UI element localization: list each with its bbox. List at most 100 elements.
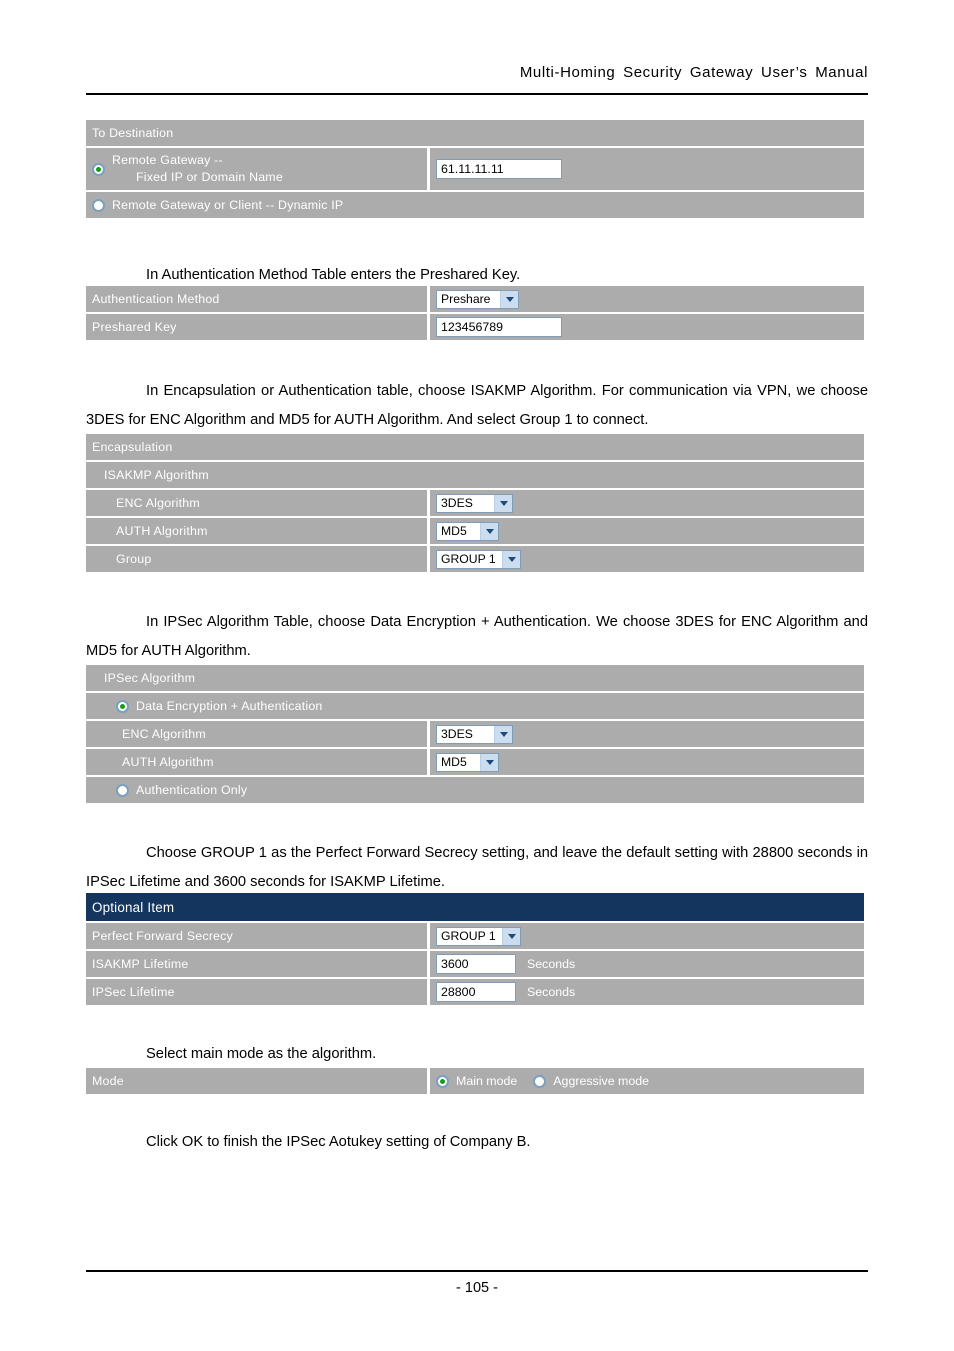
chevron-down-icon[interactable] bbox=[500, 290, 518, 308]
auth-algorithm-select[interactable]: MD5 bbox=[436, 521, 499, 541]
table-row: ISAKMP Algorithm bbox=[86, 462, 864, 488]
enc-algorithm-label: ENC Algorithm bbox=[86, 490, 427, 516]
ipsec-enc-algorithm-selected-value: 3DES bbox=[441, 726, 473, 741]
isakmp-algorithm-header: ISAKMP Algorithm bbox=[86, 462, 864, 488]
group-selected-value: GROUP 1 bbox=[441, 551, 496, 566]
table-row: ENC Algorithm 3DES bbox=[86, 721, 864, 747]
main-mode-label: Main mode bbox=[456, 1074, 518, 1088]
main-mode-radio[interactable] bbox=[436, 1074, 449, 1088]
remote-gateway-dynamic-option[interactable]: Remote Gateway or Client -- Dynamic IP bbox=[86, 192, 864, 218]
isakmp-lifetime-label: ISAKMP Lifetime bbox=[86, 951, 427, 977]
table-row: Authentication Method Preshare bbox=[86, 286, 864, 312]
ipsec-auth-algorithm-selected-value: MD5 bbox=[441, 754, 467, 769]
table-row: Group GROUP 1 bbox=[86, 546, 864, 572]
ipsec-enc-algorithm-select[interactable]: 3DES bbox=[436, 724, 513, 744]
table-row: Remote Gateway -- Fixed IP or Domain Nam… bbox=[86, 148, 864, 190]
table-row: Encapsulation bbox=[86, 434, 864, 460]
enc-algorithm-cell: 3DES bbox=[430, 490, 864, 516]
footer-divider bbox=[86, 1270, 868, 1272]
paragraph-click-ok: Click OK to finish the IPSec Aotukey set… bbox=[146, 1134, 531, 1150]
table-row: IPSec Algorithm bbox=[86, 665, 864, 691]
remote-gateway-ip-input[interactable]: 61.11.11.11 bbox=[436, 159, 562, 179]
remote-gateway-fixed-radio[interactable] bbox=[92, 162, 105, 176]
table-row: ENC Algorithm 3DES bbox=[86, 490, 864, 516]
authentication-only-label: Authentication Only bbox=[136, 783, 248, 797]
remote-gateway-dynamic-radio[interactable] bbox=[92, 198, 105, 212]
perfect-forward-secrecy-select[interactable]: GROUP 1 bbox=[436, 926, 521, 946]
table-row: Optional Item bbox=[86, 893, 864, 921]
chevron-down-icon[interactable] bbox=[494, 725, 512, 743]
optional-item-header: Optional Item bbox=[86, 893, 864, 921]
ipsec-auth-algorithm-label: AUTH Algorithm bbox=[86, 749, 427, 775]
perfect-forward-secrecy-cell: GROUP 1 bbox=[430, 923, 864, 949]
header-divider bbox=[86, 93, 868, 95]
authentication-method-selected-value: Preshare bbox=[441, 291, 491, 306]
perfect-forward-secrecy-label: Perfect Forward Secrecy bbox=[86, 923, 427, 949]
isakmp-lifetime-unit: Seconds bbox=[527, 957, 576, 971]
encapsulation-header: Encapsulation bbox=[86, 434, 864, 460]
table-row: AUTH Algorithm MD5 bbox=[86, 518, 864, 544]
table-row: Authentication Only bbox=[86, 777, 864, 803]
enc-algorithm-select[interactable]: 3DES bbox=[436, 493, 513, 513]
preshared-key-label: Preshared Key bbox=[86, 314, 427, 340]
authentication-method-select[interactable]: Preshare bbox=[436, 289, 519, 309]
chevron-down-icon[interactable] bbox=[494, 494, 512, 512]
authentication-only-option[interactable]: Authentication Only bbox=[86, 777, 864, 803]
ipsec-enc-algorithm-label: ENC Algorithm bbox=[86, 721, 427, 747]
ipsec-enc-algorithm-cell: 3DES bbox=[430, 721, 864, 747]
paragraph-optional-item: Choose GROUP 1 as the Perfect Forward Se… bbox=[86, 845, 868, 890]
ipsec-lifetime-unit: Seconds bbox=[527, 985, 576, 999]
group-select[interactable]: GROUP 1 bbox=[436, 549, 521, 569]
aggressive-mode-label: Aggressive mode bbox=[553, 1074, 650, 1088]
chevron-down-icon[interactable] bbox=[480, 753, 498, 771]
page-header-title: Multi-Homing Security Gateway User’s Man… bbox=[519, 64, 868, 81]
table-row: Perfect Forward Secrecy GROUP 1 bbox=[86, 923, 864, 949]
mode-label: Mode bbox=[86, 1068, 427, 1094]
table-row: Remote Gateway or Client -- Dynamic IP bbox=[86, 192, 864, 218]
authentication-method-cell: Preshare bbox=[430, 286, 864, 312]
enc-algorithm-selected-value: 3DES bbox=[441, 495, 473, 510]
auth-algorithm-label: AUTH Algorithm bbox=[86, 518, 427, 544]
ipsec-lifetime-cell: 28800 Seconds bbox=[430, 979, 864, 1005]
remote-gateway-fixed-ip-option[interactable]: Remote Gateway -- Fixed IP or Domain Nam… bbox=[86, 148, 427, 190]
group-label: Group bbox=[86, 546, 427, 572]
mode-table: Mode Main mode Aggressive mode bbox=[86, 1068, 864, 1094]
main-mode-option[interactable]: Main mode bbox=[436, 1074, 517, 1088]
remote-gateway-label-line2: Fixed IP or Domain Name bbox=[136, 170, 283, 184]
ipsec-auth-algorithm-select[interactable]: MD5 bbox=[436, 752, 499, 772]
table-row: AUTH Algorithm MD5 bbox=[86, 749, 864, 775]
aggressive-mode-option[interactable]: Aggressive mode bbox=[533, 1074, 649, 1088]
paragraph-encapsulation: In Encapsulation or Authentication table… bbox=[86, 383, 868, 428]
preshared-key-cell: 123456789 bbox=[430, 314, 864, 340]
data-encryption-auth-option[interactable]: Data Encryption + Authentication bbox=[86, 693, 864, 719]
auth-algorithm-cell: MD5 bbox=[430, 518, 864, 544]
to-destination-header: To Destination bbox=[86, 120, 864, 146]
isakmp-lifetime-cell: 3600 Seconds bbox=[430, 951, 864, 977]
preshared-key-input[interactable]: 123456789 bbox=[436, 317, 562, 337]
isakmp-lifetime-input[interactable]: 3600 bbox=[436, 954, 516, 974]
table-row: Mode Main mode Aggressive mode bbox=[86, 1068, 864, 1094]
group-cell: GROUP 1 bbox=[430, 546, 864, 572]
table-row: Data Encryption + Authentication bbox=[86, 693, 864, 719]
chevron-down-icon[interactable] bbox=[502, 927, 520, 945]
authentication-method-table: Authentication Method Preshare Preshared… bbox=[86, 286, 864, 340]
paragraph-mode: Select main mode as the algorithm. bbox=[146, 1046, 377, 1062]
table-row: Preshared Key 123456789 bbox=[86, 314, 864, 340]
authentication-only-radio[interactable] bbox=[116, 783, 129, 797]
mode-options-cell: Main mode Aggressive mode bbox=[430, 1068, 864, 1094]
encapsulation-table: Encapsulation ISAKMP Algorithm ENC Algor… bbox=[86, 434, 864, 572]
ipsec-algorithm-table: IPSec Algorithm Data Encryption + Authen… bbox=[86, 665, 864, 803]
table-row: IPSec Lifetime 28800 Seconds bbox=[86, 979, 864, 1005]
aggressive-mode-radio[interactable] bbox=[533, 1074, 547, 1088]
ipsec-auth-algorithm-cell: MD5 bbox=[430, 749, 864, 775]
table-row: To Destination bbox=[86, 120, 864, 146]
ipsec-lifetime-input[interactable]: 28800 bbox=[436, 982, 516, 1002]
chevron-down-icon[interactable] bbox=[502, 550, 520, 568]
chevron-down-icon[interactable] bbox=[480, 522, 498, 540]
ipsec-algorithm-header: IPSec Algorithm bbox=[86, 665, 864, 691]
manual-page: Multi-Homing Security Gateway User’s Man… bbox=[0, 0, 954, 1351]
data-encryption-auth-label: Data Encryption + Authentication bbox=[136, 699, 323, 713]
data-encryption-auth-radio[interactable] bbox=[116, 699, 129, 713]
authentication-method-label: Authentication Method bbox=[86, 286, 427, 312]
perfect-forward-secrecy-selected-value: GROUP 1 bbox=[441, 928, 496, 943]
